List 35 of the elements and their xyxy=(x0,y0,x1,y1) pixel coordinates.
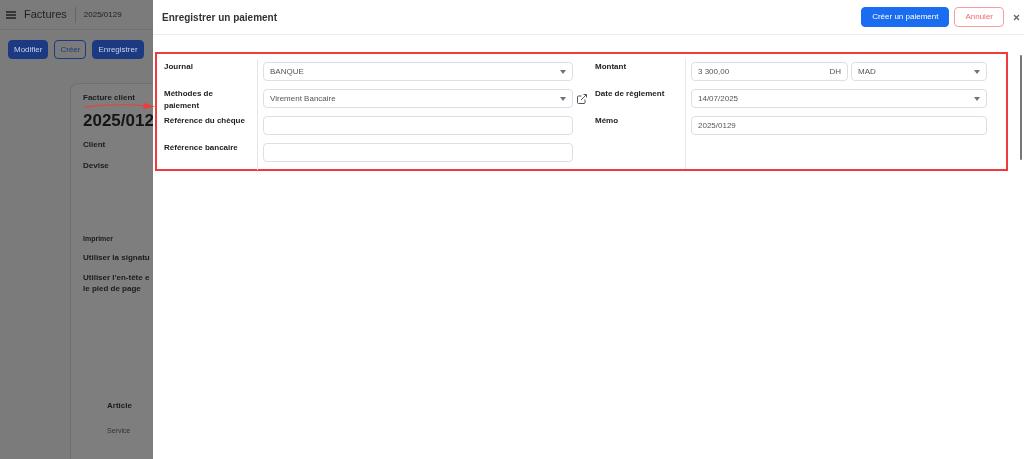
field-label: Méthodes de paiement xyxy=(164,88,214,112)
input-field[interactable]: 2025/0129 xyxy=(691,116,987,135)
select-field[interactable]: 14/07/2025 xyxy=(691,89,987,108)
option-label: Utiliser l'en-tête e le pied de page xyxy=(83,271,151,294)
currency-select[interactable]: MAD xyxy=(851,62,987,81)
field-label: Mémo xyxy=(595,115,620,127)
menu-icon[interactable] xyxy=(6,10,16,19)
toolbar-button[interactable]: Modifier xyxy=(8,40,49,59)
dialog-button[interactable]: Créer un paiement xyxy=(861,7,950,27)
caret-icon xyxy=(560,96,566,101)
amount-field[interactable]: 3 300,00 DH xyxy=(691,62,848,81)
select-field[interactable]: BANQUE xyxy=(263,62,573,81)
field-label: Montant xyxy=(595,61,628,73)
close-icon[interactable] xyxy=(1013,13,1020,21)
field-label: Référence bancaire xyxy=(164,142,239,154)
external-link-icon[interactable] xyxy=(576,93,588,105)
invoice-number: 2025/012 xyxy=(83,113,153,129)
input-field[interactable] xyxy=(263,116,573,135)
field-label: Devise xyxy=(83,160,110,172)
select-field[interactable]: Virement Bancaire xyxy=(263,89,573,108)
input-field[interactable] xyxy=(263,143,573,162)
breadcrumb: 2025/0129 xyxy=(83,8,122,21)
toolbar-button[interactable]: Enregistrer xyxy=(92,40,144,59)
field-label: Date de règlement xyxy=(595,88,666,100)
table-header: Article xyxy=(107,399,133,412)
field-label: Référence du chèque xyxy=(164,115,246,127)
dialog-title: Enregistrer un paiement xyxy=(162,10,279,25)
app-title: Factures xyxy=(24,7,67,23)
caret-icon xyxy=(974,69,980,74)
field-label: Client xyxy=(83,139,107,151)
card-caption: Facture client xyxy=(83,92,136,104)
option-label: Utiliser la signatu xyxy=(83,251,151,263)
caret-icon xyxy=(974,96,980,101)
field-label: Journal xyxy=(164,61,194,73)
caret-icon xyxy=(560,69,566,74)
